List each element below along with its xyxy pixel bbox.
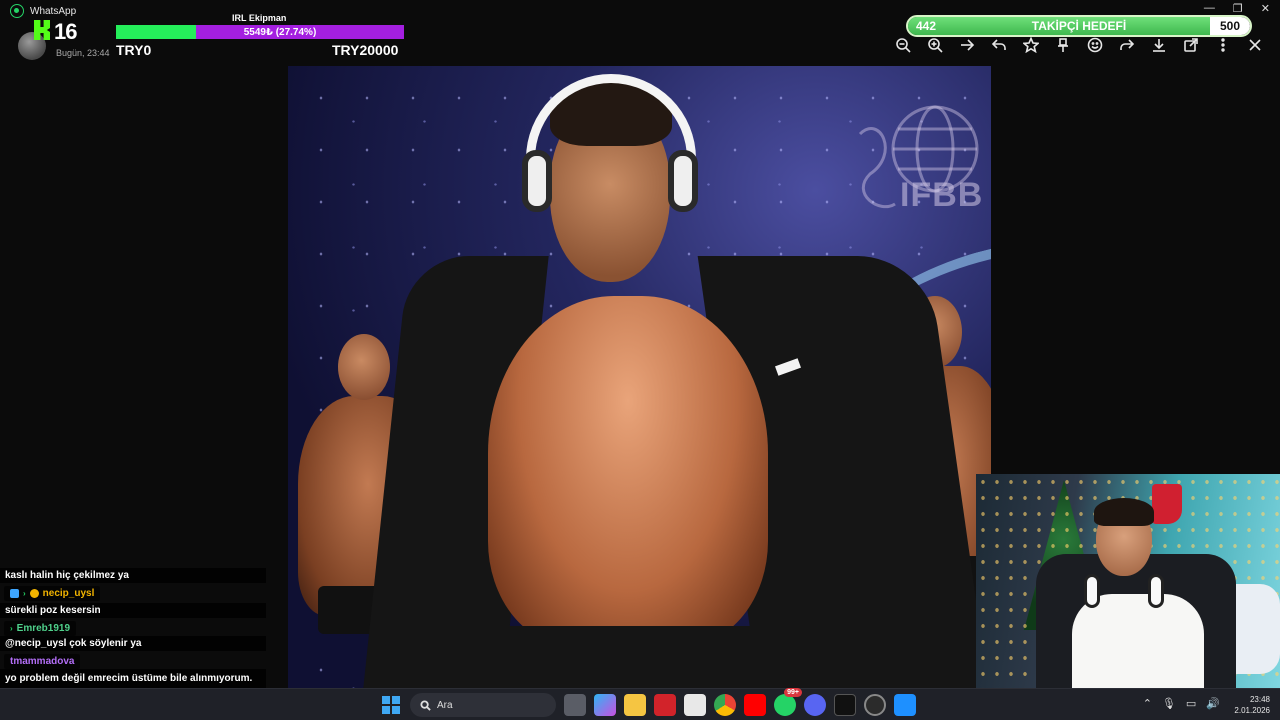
shared-image[interactable]: IFBB bbox=[288, 66, 991, 688]
download-icon[interactable] bbox=[1150, 36, 1168, 54]
streamer-webcam bbox=[976, 474, 1280, 688]
window-close-button[interactable]: ✕ bbox=[1261, 2, 1270, 15]
chat-username-tag[interactable]: tmammadova bbox=[4, 654, 81, 669]
sender-avatar[interactable] bbox=[18, 32, 46, 60]
follower-goal-target: 500 bbox=[1210, 17, 1250, 35]
capcut-icon[interactable] bbox=[834, 694, 856, 716]
obs-icon[interactable] bbox=[864, 694, 886, 716]
whatsapp-unread-badge: 99+ bbox=[784, 688, 802, 697]
system-tray: ⌃ 🎙 ▭ 🔊 bbox=[1143, 697, 1220, 710]
bodybuilder-left-head bbox=[338, 334, 390, 400]
more-options-icon[interactable] bbox=[1214, 36, 1232, 54]
chat-message: sürekli poz kesersin bbox=[0, 603, 266, 618]
close-icon[interactable] bbox=[1246, 36, 1264, 54]
app-title: WhatsApp bbox=[10, 4, 76, 18]
donation-goal-title: IRL Ekipman bbox=[232, 13, 287, 23]
viewer-count: 16 bbox=[54, 19, 78, 44]
chat-message: kaslı halin hiç çekilmez ya bbox=[0, 568, 266, 583]
discord-icon[interactable] bbox=[804, 694, 826, 716]
streamer-headphone-left bbox=[1084, 574, 1100, 608]
chat-username: tmammadova bbox=[10, 656, 75, 667]
microphone-icon[interactable]: 🎙 bbox=[1162, 697, 1176, 710]
taskbar-apps: Ara 99+ bbox=[380, 688, 916, 717]
star-icon[interactable] bbox=[1022, 36, 1040, 54]
taskbar-search[interactable]: Ara bbox=[410, 693, 556, 717]
ifbb-globe-logo bbox=[858, 105, 979, 209]
clock-date: 2.01.2026 bbox=[1234, 706, 1270, 715]
chat-message: @necip_uysl çok söylenir ya bbox=[0, 636, 266, 651]
windows-taskbar: Ara 99+ ⌃ 🎙 ▭ 🔊 23:48 2.01.2026 bbox=[0, 688, 1280, 720]
taskbar-clock[interactable]: 23:48 2.01.2026 bbox=[1234, 694, 1270, 716]
app-title-text: WhatsApp bbox=[30, 5, 77, 17]
arrow-badge-icon: › bbox=[23, 589, 26, 598]
headphone-ear-cup-right bbox=[668, 150, 698, 212]
windows-start-icon[interactable] bbox=[380, 694, 402, 716]
next-arrow-icon[interactable] bbox=[958, 36, 976, 54]
headphone-ear-cup-left bbox=[522, 150, 552, 212]
youtube-icon[interactable] bbox=[744, 694, 766, 716]
follower-goal-label: TAKİPÇİ HEDEFİ bbox=[1031, 19, 1127, 33]
chat-message-text: @necip_uysl çok söylenir ya bbox=[5, 638, 142, 649]
chrome-icon[interactable] bbox=[714, 694, 736, 716]
emoji-icon[interactable] bbox=[1086, 36, 1104, 54]
follower-goal-current: 442 bbox=[916, 19, 937, 33]
follower-goal-bar: TAKİPÇİ HEDEFİ 442 500 bbox=[906, 15, 1252, 37]
minimize-button[interactable]: — bbox=[1204, 2, 1215, 15]
ifbb-logo-text: IFBB bbox=[900, 176, 984, 214]
tray-overflow-icon[interactable]: ⌃ bbox=[1143, 697, 1152, 710]
donation-goal-max: TRY20000 bbox=[332, 42, 399, 58]
zoom-out-icon[interactable] bbox=[894, 36, 912, 54]
whatsapp-icon bbox=[10, 4, 24, 18]
search-icon bbox=[420, 699, 431, 711]
forward-icon[interactable] bbox=[1118, 36, 1136, 54]
snipping-tool-icon[interactable] bbox=[894, 694, 916, 716]
chat-username: Emreb1919 bbox=[16, 623, 71, 634]
file-explorer-icon[interactable] bbox=[624, 694, 646, 716]
verified-badge-icon bbox=[29, 589, 39, 598]
donation-goal-bar: 5549₺ (27.74%) bbox=[116, 25, 404, 39]
network-icon[interactable]: ▭ bbox=[1186, 697, 1196, 710]
streamer-headphone-right bbox=[1148, 574, 1164, 608]
message-timestamp: Bugün, 23:44 bbox=[56, 48, 110, 58]
suit-trousers bbox=[488, 626, 778, 688]
reply-icon[interactable] bbox=[990, 36, 1008, 54]
streamer-hair bbox=[1094, 498, 1154, 526]
microsoft-store-icon[interactable] bbox=[684, 694, 706, 716]
subscriber-badge-icon bbox=[10, 589, 19, 598]
chat-message-text: sürekli poz kesersin bbox=[5, 605, 101, 616]
volume-icon[interactable]: 🔊 bbox=[1206, 697, 1220, 710]
taskbar-search-placeholder: Ara bbox=[437, 699, 453, 711]
donation-goal-min: TRY0 bbox=[116, 42, 152, 58]
chat-username-tag[interactable]: › necip_uysl bbox=[4, 586, 101, 601]
stream-chat: kaslı halin hiç çekilmez ya › necip_uysl… bbox=[0, 568, 266, 703]
clock-time: 23:48 bbox=[1249, 695, 1270, 704]
window-controls: — ❐ ✕ bbox=[1204, 2, 1270, 15]
news-app-icon[interactable] bbox=[654, 694, 676, 716]
pin-icon[interactable] bbox=[1054, 36, 1072, 54]
image-viewer-toolbar bbox=[894, 36, 1264, 54]
chat-username: necip_uysl bbox=[42, 588, 95, 599]
maximize-button[interactable]: ❐ bbox=[1233, 2, 1243, 15]
open-external-icon[interactable] bbox=[1182, 36, 1200, 54]
christmas-stocking bbox=[1152, 484, 1182, 524]
arrow-badge-icon: › bbox=[10, 624, 13, 633]
donation-goal-progress-text: 5549₺ (27.74%) bbox=[243, 26, 317, 38]
zoom-in-icon[interactable] bbox=[926, 36, 944, 54]
streamer-shirt bbox=[1072, 594, 1204, 688]
chat-username-tag[interactable]: › Emreb1919 bbox=[4, 621, 77, 636]
task-view-icon[interactable] bbox=[564, 694, 586, 716]
copilot-icon[interactable] bbox=[594, 694, 616, 716]
whatsapp-taskbar-icon[interactable]: 99+ bbox=[774, 688, 802, 716]
muscular-torso bbox=[488, 296, 768, 646]
chat-message-text: kaslı halin hiç çekilmez ya bbox=[5, 570, 129, 581]
